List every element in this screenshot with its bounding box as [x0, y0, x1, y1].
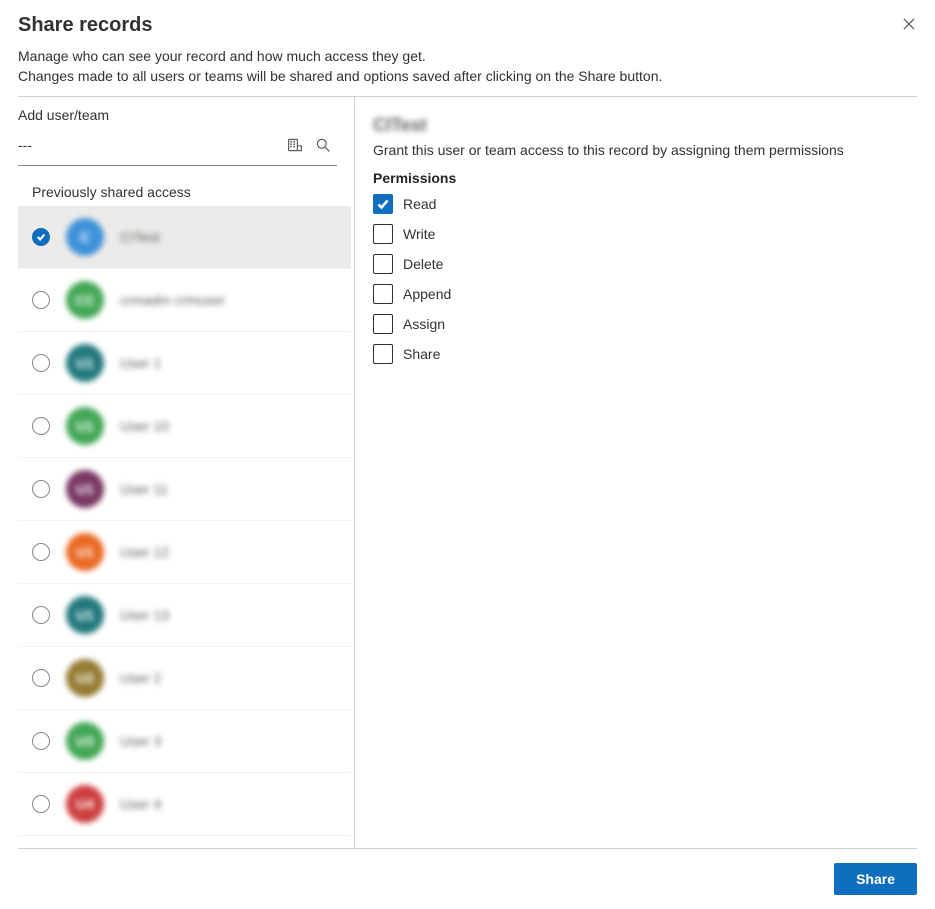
list-item-name: User 12 — [120, 544, 169, 560]
avatar: C — [66, 218, 104, 256]
list-item-name: User 1 — [120, 355, 161, 371]
permission-label: Read — [403, 196, 436, 212]
subtitle-line-1: Manage who can see your record and how m… — [18, 47, 917, 67]
permission-checkbox[interactable] — [373, 284, 393, 304]
selection-indicator[interactable] — [32, 417, 50, 435]
subtitle-line-2: Changes made to all users or teams will … — [18, 67, 917, 87]
permission-row[interactable]: Share — [373, 344, 917, 364]
selection-indicator[interactable] — [32, 732, 50, 750]
list-item[interactable]: U2 User 2 — [18, 647, 351, 710]
close-icon — [903, 17, 915, 31]
avatar: U3 — [66, 722, 104, 760]
permission-checkbox[interactable] — [373, 344, 393, 364]
list-item[interactable]: U3 User 3 — [18, 710, 351, 773]
list-item[interactable]: CC crmadm crmuser — [18, 269, 351, 332]
dialog-title: Share records — [18, 14, 917, 37]
permissions-list: Read Write Delete Append Assign Share — [373, 194, 917, 364]
permission-label: Assign — [403, 316, 445, 332]
search-button[interactable] — [309, 131, 337, 159]
permission-label: Write — [403, 226, 435, 242]
grant-description: Grant this user or team access to this r… — [373, 142, 917, 158]
list-item[interactable]: U1 User 1 — [18, 332, 351, 395]
dialog-header: Share records — [0, 0, 935, 47]
add-user-team-label: Add user/team — [18, 107, 355, 123]
avatar: U2 — [66, 659, 104, 697]
directory-picker-button[interactable] — [281, 131, 309, 159]
selection-indicator[interactable] — [32, 606, 50, 624]
avatar: U1 — [66, 407, 104, 445]
list-item[interactable]: U1 User 13 — [18, 584, 351, 647]
selected-entity-name: CITest — [373, 115, 917, 136]
permissions-heading: Permissions — [373, 170, 917, 186]
permission-row[interactable]: Delete — [373, 254, 917, 274]
permission-row[interactable]: Append — [373, 284, 917, 304]
avatar: U1 — [66, 596, 104, 634]
permission-label: Delete — [403, 256, 443, 272]
list-item-name: User 4 — [120, 796, 161, 812]
permission-checkbox[interactable] — [373, 224, 393, 244]
search-row — [18, 127, 337, 166]
selection-indicator[interactable] — [32, 669, 50, 687]
permission-checkbox[interactable] — [373, 254, 393, 274]
pane-divider — [354, 97, 355, 848]
selection-indicator[interactable] — [32, 795, 50, 813]
dialog-subtitle: Manage who can see your record and how m… — [0, 47, 935, 96]
selection-indicator[interactable] — [32, 228, 50, 246]
permission-label: Share — [403, 346, 440, 362]
add-user-team-input[interactable] — [18, 133, 281, 157]
list-item[interactable]: U1 User 11 — [18, 458, 351, 521]
list-item[interactable]: U1 User 12 — [18, 521, 351, 584]
selection-indicator[interactable] — [32, 543, 50, 561]
list-item-name: User 3 — [120, 733, 161, 749]
shared-access-list-wrapper[interactable]: C CITest CC crmadm crmuser U1 User 1 U1 User 10… — [18, 206, 351, 848]
list-item-name: User 13 — [120, 607, 169, 623]
permission-row[interactable]: Write — [373, 224, 917, 244]
shared-access-list: C CITest CC crmadm crmuser U1 User 1 U1 User 10… — [18, 206, 351, 836]
list-item-name: User 2 — [120, 670, 161, 686]
permission-checkbox[interactable] — [373, 314, 393, 334]
search-icon — [315, 137, 331, 153]
dialog-body: Add user/team — [0, 97, 935, 848]
list-item-name: crmadm crmuser — [120, 292, 225, 308]
list-item[interactable]: U4 User 4 — [18, 773, 351, 836]
permission-row[interactable]: Assign — [373, 314, 917, 334]
share-button[interactable]: Share — [834, 863, 917, 895]
avatar: U4 — [66, 785, 104, 823]
directory-icon — [287, 136, 303, 154]
permission-checkbox[interactable] — [373, 194, 393, 214]
list-item[interactable]: C CITest — [18, 206, 351, 269]
selection-indicator[interactable] — [32, 291, 50, 309]
list-item-name: User 11 — [120, 481, 168, 497]
right-pane: CITest Grant this user or team access to… — [355, 97, 935, 848]
permission-row[interactable]: Read — [373, 194, 917, 214]
left-pane: Add user/team — [0, 97, 355, 848]
permission-label: Append — [403, 286, 451, 302]
list-item-name: User 10 — [120, 418, 169, 434]
share-records-dialog: Share records Manage who can see your re… — [0, 0, 935, 909]
avatar: U1 — [66, 470, 104, 508]
list-item[interactable]: U1 User 10 — [18, 395, 351, 458]
avatar: U1 — [66, 344, 104, 382]
dialog-footer: Share — [18, 848, 917, 909]
avatar: CC — [66, 281, 104, 319]
previously-shared-label: Previously shared access — [32, 184, 355, 200]
close-button[interactable] — [897, 12, 921, 36]
list-item-name: CITest — [120, 229, 160, 245]
selection-indicator[interactable] — [32, 480, 50, 498]
selection-indicator[interactable] — [32, 354, 50, 372]
avatar: U1 — [66, 533, 104, 571]
